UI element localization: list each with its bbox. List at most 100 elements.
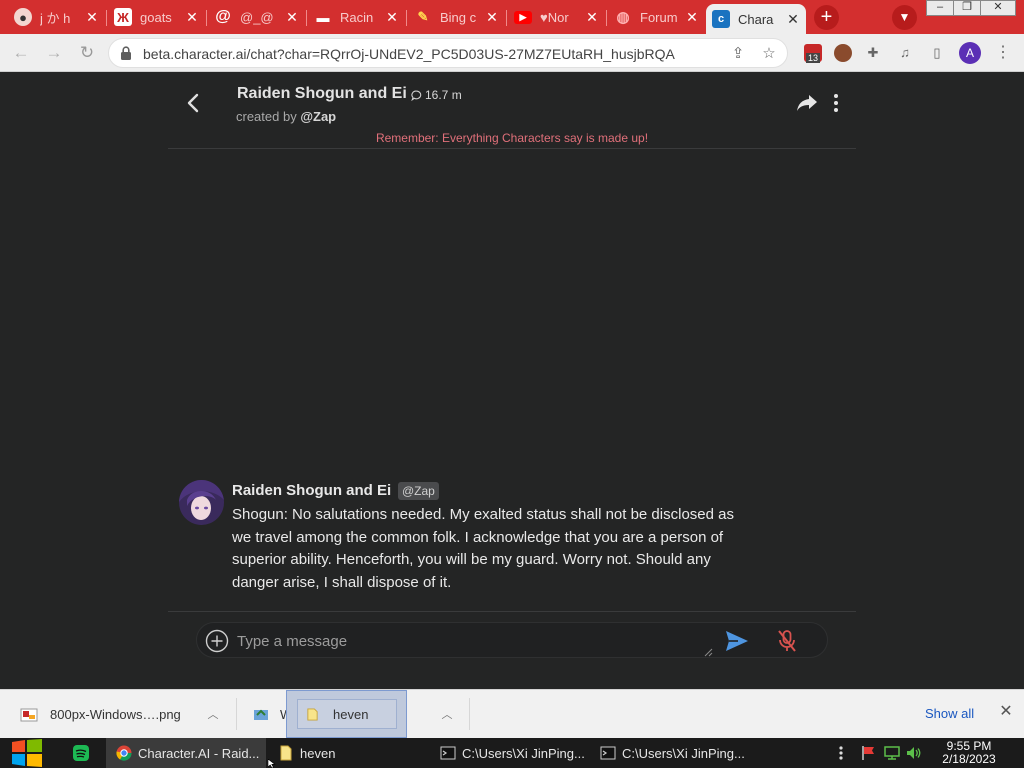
tab-7-active[interactable]: c Chara ✕ bbox=[706, 4, 806, 34]
close-icon[interactable]: ✕ bbox=[998, 704, 1014, 720]
close-icon[interactable]: ✕ bbox=[585, 9, 599, 26]
taskbar-label: C:\Users\Xi JinPing... bbox=[462, 745, 585, 761]
download-filename: 800px-Windows….png bbox=[50, 707, 181, 722]
close-window-button[interactable]: ✕ bbox=[980, 0, 1016, 16]
spotify-icon[interactable] bbox=[72, 744, 90, 762]
tab-separator bbox=[606, 10, 607, 26]
resize-grip-icon[interactable] bbox=[703, 647, 713, 657]
download-filename: heven bbox=[333, 706, 369, 722]
bookmark-star-icon[interactable]: ☆ bbox=[760, 45, 778, 63]
more-options-icon[interactable] bbox=[832, 93, 840, 113]
address-bar[interactable]: beta.character.ai/chat?char=RQrrOj-UNdEV… bbox=[108, 38, 788, 68]
tab-6[interactable]: ◍ Forum ✕ bbox=[608, 2, 705, 32]
downloads-shelf: 800px-Windows….png ︿ W heven ︿ Show all … bbox=[0, 689, 1024, 738]
url-text[interactable]: beta.character.ai/chat?char=RQrrOj-UNdEV… bbox=[143, 46, 675, 62]
creator-link[interactable]: @Zap bbox=[300, 109, 336, 124]
message-author[interactable]: Raiden Shogun and Ei bbox=[232, 482, 391, 499]
tab-separator bbox=[306, 10, 307, 26]
share-page-icon[interactable]: ⇪ bbox=[729, 45, 747, 63]
close-icon[interactable]: ✕ bbox=[385, 9, 399, 26]
mic-off-icon[interactable] bbox=[777, 629, 797, 653]
tab-0[interactable]: ● j か h ✕ bbox=[8, 2, 105, 32]
divider bbox=[168, 611, 856, 612]
dragged-download[interactable]: heven bbox=[286, 690, 407, 738]
bing-icon: ✎ bbox=[417, 9, 429, 24]
action-center-flag-icon[interactable] bbox=[860, 745, 876, 761]
download-item[interactable]: 800px-Windows….png bbox=[20, 690, 181, 739]
character-name[interactable]: Raiden Shogun and Ei bbox=[237, 85, 407, 103]
windows-start-icon[interactable] bbox=[10, 739, 44, 767]
close-icon[interactable]: ✕ bbox=[85, 9, 99, 26]
message-input[interactable] bbox=[237, 630, 697, 652]
goat-icon: Ж bbox=[114, 8, 132, 26]
side-panel-icon[interactable]: ▯ bbox=[928, 44, 946, 62]
puzzle-icon[interactable]: ✚ bbox=[864, 44, 882, 62]
tab-3[interactable]: ▬ Racin ✕ bbox=[308, 2, 405, 32]
forward-arrow-icon[interactable]: → bbox=[43, 42, 65, 64]
tab-1[interactable]: Ж goats ✕ bbox=[108, 2, 205, 32]
tab-5[interactable]: ▶ ♥Nor ✕ bbox=[508, 2, 605, 32]
chrome-icon bbox=[116, 745, 132, 761]
tab-4[interactable]: ✎ Bing c ✕ bbox=[408, 2, 505, 32]
add-attachment-icon[interactable] bbox=[205, 629, 229, 653]
author-handle-badge[interactable]: @Zap bbox=[398, 482, 439, 500]
tab-2[interactable]: @ @_@ ✕ bbox=[208, 2, 305, 32]
taskbar-item[interactable]: Character.AI - Raid... bbox=[106, 738, 266, 768]
installer-icon bbox=[254, 709, 268, 720]
chevron-up-icon[interactable]: ︿ bbox=[440, 706, 454, 721]
tray-overflow-icon[interactable] bbox=[836, 745, 846, 761]
taskbar-item[interactable]: heven bbox=[268, 738, 428, 768]
share-icon[interactable] bbox=[796, 93, 818, 113]
divider bbox=[469, 698, 470, 730]
send-icon[interactable] bbox=[725, 630, 749, 652]
taskbar-label: Character.AI - Raid... bbox=[138, 745, 260, 761]
console-icon bbox=[440, 746, 456, 760]
file-icon bbox=[307, 707, 318, 721]
message-composer bbox=[196, 622, 828, 658]
reload-icon[interactable]: ↻ bbox=[76, 42, 98, 64]
message-text: Shogun: No salutations needed. My exalte… bbox=[232, 506, 734, 591]
tab-title: ♥Nor bbox=[540, 9, 569, 25]
chevron-up-icon[interactable]: ︿ bbox=[206, 706, 220, 721]
close-icon[interactable]: ✕ bbox=[786, 11, 800, 28]
tab-separator bbox=[106, 10, 107, 26]
tab-separator bbox=[506, 10, 507, 26]
media-control-icon[interactable]: ♫ bbox=[896, 44, 914, 62]
download-item[interactable]: heven bbox=[297, 699, 397, 729]
taskbar-item[interactable]: C:\Users\Xi JinPing... bbox=[430, 738, 590, 768]
show-all-link[interactable]: Show all bbox=[925, 706, 974, 721]
tab-title: Chara bbox=[738, 11, 774, 27]
character-avatar[interactable] bbox=[179, 480, 224, 525]
tab-title: goats bbox=[140, 9, 172, 25]
flag-icon: ▬ bbox=[316, 9, 330, 25]
chat-header: Raiden Shogun and Ei 16.7 m created by @… bbox=[168, 72, 856, 149]
created-by-label: created by bbox=[236, 109, 297, 124]
chat-bubble-icon bbox=[411, 90, 422, 101]
system-clock[interactable]: 9:55 PM 2/18/2023 bbox=[936, 740, 1002, 766]
extension-icon[interactable]: 13 bbox=[804, 44, 822, 63]
network-icon[interactable] bbox=[884, 745, 900, 761]
tab-title: j か h bbox=[40, 10, 71, 26]
new-tab-button[interactable]: + bbox=[814, 5, 839, 30]
disclaimer-text: Remember: Everything Characters say is m… bbox=[375, 131, 649, 145]
minimize-button[interactable]: – bbox=[926, 0, 954, 16]
chevron-down-icon[interactable]: ▼ bbox=[892, 5, 917, 30]
taskbar-label: heven bbox=[300, 745, 336, 761]
volume-icon[interactable] bbox=[906, 745, 922, 761]
profile-avatar[interactable]: A bbox=[959, 42, 981, 64]
chat-page: Raiden Shogun and Ei 16.7 m created by @… bbox=[0, 72, 1024, 689]
tab-separator bbox=[206, 10, 207, 26]
taskbar-item[interactable]: C:\Users\Xi JinPing... bbox=[590, 738, 750, 768]
restore-button[interactable]: ❐ bbox=[953, 0, 981, 16]
close-icon[interactable]: ✕ bbox=[685, 9, 699, 26]
back-chevron-icon[interactable] bbox=[182, 91, 206, 115]
divider bbox=[236, 698, 237, 730]
extension-avatar-icon[interactable] bbox=[834, 44, 852, 62]
close-icon[interactable]: ✕ bbox=[485, 9, 499, 26]
close-icon[interactable]: ✕ bbox=[285, 9, 299, 26]
back-arrow-icon[interactable]: ← bbox=[10, 42, 32, 64]
close-icon[interactable]: ✕ bbox=[185, 9, 199, 26]
kebab-menu-icon[interactable]: ⋮ bbox=[994, 44, 1012, 62]
tab-title: Forum bbox=[640, 9, 678, 25]
tab-separator bbox=[406, 10, 407, 26]
